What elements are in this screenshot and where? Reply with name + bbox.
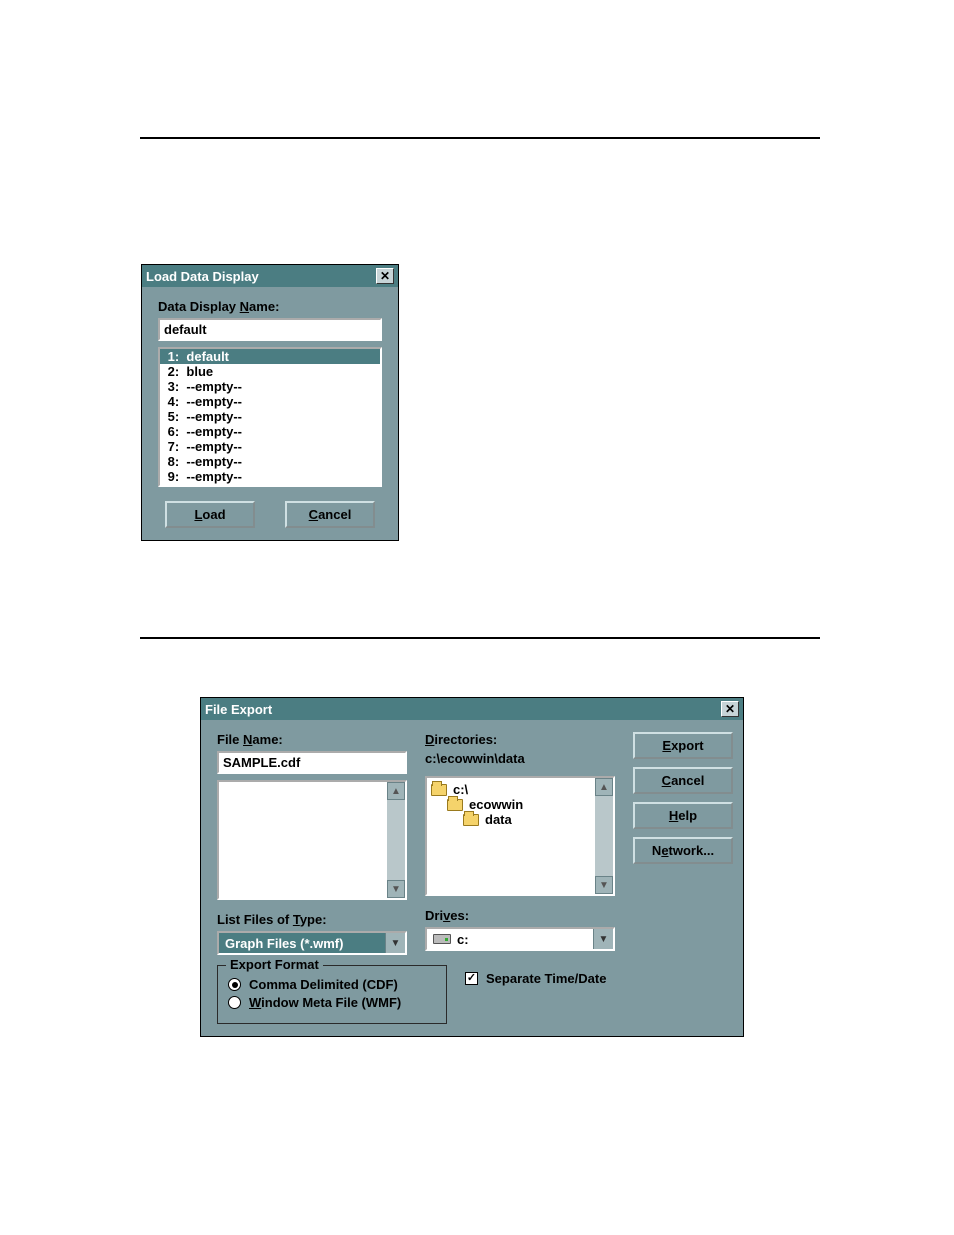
file-name-label: File Name: — [217, 732, 407, 747]
cancel-button[interactable]: Cancel — [633, 767, 733, 794]
titlebar[interactable]: Load Data Display ✕ — [142, 265, 398, 287]
list-item[interactable]: 9: --empty-- — [160, 469, 380, 484]
directory-list[interactable]: c:\ecowwindata ▲ ▼ — [425, 776, 615, 896]
export-format-legend: Export Format — [226, 957, 323, 972]
list-item[interactable]: 3: --empty-- — [160, 379, 380, 394]
drives-dropdown[interactable]: c: ▼ — [425, 927, 615, 951]
separate-time-date-label: Separate Time/Date — [486, 971, 606, 986]
radio-cdf-label: Comma Delimited (CDF) — [249, 977, 398, 992]
load-button[interactable]: Load — [165, 501, 255, 528]
checkbox-icon — [465, 972, 478, 985]
directory-item[interactable]: data — [431, 812, 609, 827]
list-item[interactable]: 2: blue — [160, 364, 380, 379]
directory-item[interactable]: ecowwin — [431, 797, 609, 812]
separate-time-date-checkbox[interactable]: Separate Time/Date — [465, 971, 606, 986]
directory-item-label: data — [485, 812, 512, 827]
file-name-input[interactable] — [217, 751, 407, 774]
scroll-down-icon[interactable]: ▼ — [387, 880, 405, 898]
drive-value: c: — [427, 929, 593, 949]
drive-icon — [433, 934, 451, 944]
radio-wmf[interactable]: Window Meta File (WMF) — [228, 995, 436, 1010]
data-display-name-input[interactable] — [158, 318, 382, 341]
scroll-up-icon[interactable]: ▲ — [387, 782, 405, 800]
file-type-dropdown[interactable]: Graph Files (*.wmf) ▼ — [217, 931, 407, 955]
list-item[interactable]: 8: --empty-- — [160, 454, 380, 469]
radio-wmf-label: Window Meta File (WMF) — [249, 995, 401, 1010]
directories-label: Directories: — [425, 732, 615, 747]
titlebar[interactable]: File Export ✕ — [201, 698, 743, 720]
display-list[interactable]: 1: default 2: blue 3: --empty-- 4: --emp… — [158, 347, 382, 487]
folder-icon — [431, 784, 447, 796]
export-format-group: Export Format Comma Delimited (CDF) Wind… — [217, 965, 447, 1024]
directories-path: c:\ecowwin\data — [425, 751, 615, 766]
top-rule — [140, 137, 820, 139]
load-data-display-dialog: Load Data Display ✕ Data Display Name: 1… — [141, 264, 399, 541]
radio-icon — [228, 978, 241, 991]
radio-icon — [228, 996, 241, 1009]
export-button[interactable]: Export — [633, 732, 733, 759]
list-item[interactable]: 7: --empty-- — [160, 439, 380, 454]
network-button[interactable]: Network... — [633, 837, 733, 864]
list-files-type-label: List Files of Type: — [217, 912, 407, 927]
directory-item-label: ecowwin — [469, 797, 523, 812]
folder-icon — [447, 799, 463, 811]
chevron-down-icon[interactable]: ▼ — [385, 933, 405, 953]
file-export-dialog: File Export ✕ File Name: ▲ ▼ List Files … — [200, 697, 744, 1037]
mid-rule — [140, 637, 820, 639]
close-icon[interactable]: ✕ — [376, 268, 394, 284]
dialog-title: Load Data Display — [146, 269, 376, 284]
list-item[interactable]: 1: default — [160, 349, 380, 364]
scroll-down-icon[interactable]: ▼ — [595, 876, 613, 894]
radio-cdf[interactable]: Comma Delimited (CDF) — [228, 977, 436, 992]
file-list[interactable]: ▲ ▼ — [217, 780, 407, 900]
close-icon[interactable]: ✕ — [721, 701, 739, 717]
help-button[interactable]: Help — [633, 802, 733, 829]
dialog-title: File Export — [205, 702, 721, 717]
chevron-down-icon[interactable]: ▼ — [593, 929, 613, 949]
file-type-value: Graph Files (*.wmf) — [219, 933, 385, 953]
scroll-up-icon[interactable]: ▲ — [595, 778, 613, 796]
list-item[interactable]: 6: --empty-- — [160, 424, 380, 439]
list-item[interactable]: 5: --empty-- — [160, 409, 380, 424]
drives-label: Drives: — [425, 908, 615, 923]
list-item[interactable]: 4: --empty-- — [160, 394, 380, 409]
scrollbar[interactable]: ▲ ▼ — [387, 782, 405, 898]
data-display-name-label: Data Display Name: — [158, 299, 382, 314]
cancel-button[interactable]: Cancel — [285, 501, 375, 528]
scrollbar[interactable]: ▲ ▼ — [595, 778, 613, 894]
folder-icon — [463, 814, 479, 826]
